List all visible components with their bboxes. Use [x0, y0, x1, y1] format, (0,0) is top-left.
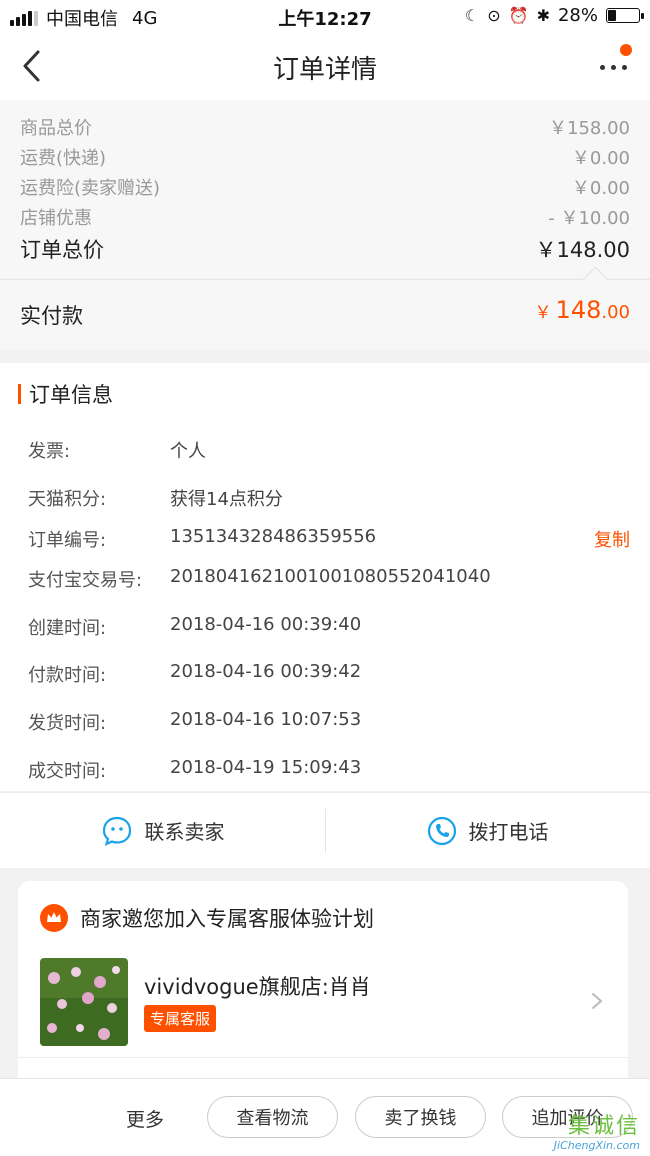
- shop-name[interactable]: vividvogue旗舰店:肖肖: [144, 971, 371, 1001]
- battery-percent: 28%: [557, 5, 598, 26]
- contact-seller-label: 联系卖家: [144, 820, 225, 844]
- info-label: 创建时间:: [28, 618, 107, 639]
- info-label: 付款时间:: [28, 665, 107, 686]
- bluetooth-icon: ✱: [536, 6, 550, 25]
- price-row-value: ￥158.00: [549, 118, 630, 139]
- invite-card-header: 商家邀您加入专属客服体验计划: [40, 903, 374, 933]
- invite-card: 商家邀您加入专属客服体验计划 vividvogue旗舰店:肖肖 专属客服: [18, 881, 628, 1101]
- price-row-label: 运费(快递): [20, 148, 107, 169]
- watermark-domain: JiChengXin.com: [553, 1139, 640, 1152]
- phone-icon: [427, 816, 456, 845]
- paid-amount: ￥ 148 .00: [535, 296, 630, 324]
- call-phone-button[interactable]: 拨打电话: [325, 793, 650, 868]
- alarm-icon: ⏰: [508, 6, 529, 25]
- order-info-heading: 订单信息: [18, 383, 113, 407]
- order-total-label: 订单总价: [20, 238, 104, 262]
- order-info-section: 订单信息 发票: 个人 天猫积分: 获得14点积分 订单编号: 13513432…: [0, 363, 650, 791]
- notification-dot: [620, 44, 632, 56]
- order-total-row: 订单总价 ￥148.00: [20, 234, 630, 264]
- section-title: 订单信息: [29, 383, 113, 407]
- price-row-label: 商品总价: [20, 118, 92, 139]
- info-label: 天猫积分:: [28, 489, 107, 510]
- accent-bar: [18, 384, 21, 404]
- contact-seller-button[interactable]: 联系卖家: [0, 793, 325, 868]
- nav-bar: 订单详情: [0, 34, 650, 100]
- page-title: 订单详情: [272, 55, 377, 85]
- more-button[interactable]: 更多: [126, 1105, 164, 1132]
- info-label: 成交时间:: [28, 761, 107, 782]
- more-icon: [600, 65, 627, 70]
- info-label: 发货时间:: [28, 713, 107, 734]
- invite-card-title: 商家邀您加入专属客服体验计划: [80, 907, 374, 931]
- price-row: 商品总价 ￥158.00: [20, 114, 630, 140]
- price-row-label: 运费险(卖家赠送): [20, 178, 161, 199]
- watermark-logo: 集 诚 信: [568, 1108, 638, 1140]
- chevron-right-icon[interactable]: [590, 992, 604, 1010]
- info-value: 2018041621001001080552041040: [170, 566, 491, 587]
- info-label: 订单编号:: [28, 530, 107, 551]
- watermark-char: 集: [567, 1114, 590, 1139]
- price-row-value: ￥0.00: [571, 178, 630, 199]
- price-row-value: - ￥10.00: [548, 208, 630, 229]
- chat-icon: [102, 816, 131, 846]
- order-total-value: ￥148.00: [535, 238, 630, 262]
- price-row-value: ￥0.00: [571, 148, 630, 169]
- view-logistics-button[interactable]: 查看物流: [207, 1096, 338, 1138]
- flower-image: [40, 958, 128, 1046]
- status-bar: 中国电信 4G 上午12:27 ☾ ⊙ ⏰ ✱ 28%: [0, 0, 650, 34]
- moon-icon: ☾: [464, 6, 480, 25]
- price-row: 店铺优惠 - ￥10.00: [20, 204, 630, 230]
- price-row-label: 店铺优惠: [20, 208, 92, 229]
- shop-avatar[interactable]: [40, 958, 128, 1046]
- watermark-char: 信: [615, 1114, 638, 1139]
- watermark: 集 诚 信 JiChengXin.com: [526, 1108, 646, 1152]
- battery-icon: [606, 8, 644, 23]
- copy-button[interactable]: 复制: [594, 526, 630, 552]
- contact-bar: 联系卖家 拨打电话: [0, 792, 650, 868]
- info-value: 2018-04-16 00:39:42: [170, 661, 362, 682]
- watermark-char: 诚: [591, 1114, 614, 1139]
- paid-decimal: .00: [601, 302, 630, 323]
- info-value: 1351343284863595​56: [170, 526, 377, 547]
- info-value: 2018-04-16 10:07:53: [170, 709, 362, 730]
- divider: [18, 1057, 628, 1058]
- paid-currency: ￥: [534, 303, 552, 323]
- paid-label: 实付款: [20, 304, 83, 328]
- bottom-action-bar: 更多 查看物流 卖了换钱 追加评价 集 诚 信 JiChengXin.com: [0, 1078, 650, 1156]
- exclusive-service-badge: 专属客服: [144, 1005, 217, 1032]
- more-menu-button[interactable]: [598, 44, 632, 82]
- info-label: 发票:: [28, 441, 71, 462]
- info-value: 2018-04-19 15:09:43: [170, 757, 362, 778]
- crown-icon: [40, 904, 68, 932]
- paid-amount-row: 实付款 ￥ 148 .00: [0, 266, 650, 350]
- info-label: 支付宝交易号:: [28, 570, 143, 591]
- price-summary: 商品总价 ￥158.00 运费(快递) ￥0.00 运费险(卖家赠送) ￥0.0…: [0, 100, 650, 278]
- info-value: 获得14点积分: [170, 489, 283, 510]
- price-row: 运费(快递) ￥0.00: [20, 144, 630, 170]
- call-phone-label: 拨打电话: [468, 820, 549, 844]
- price-row: 运费险(卖家赠送) ￥0.00: [20, 174, 630, 200]
- paid-integer: 148: [555, 296, 602, 324]
- sell-for-cash-button[interactable]: 卖了换钱: [355, 1096, 486, 1138]
- rotation-lock-icon: ⊙: [487, 6, 501, 25]
- info-value: 个人: [170, 441, 206, 462]
- info-value: 2018-04-16 00:39:40: [170, 614, 362, 635]
